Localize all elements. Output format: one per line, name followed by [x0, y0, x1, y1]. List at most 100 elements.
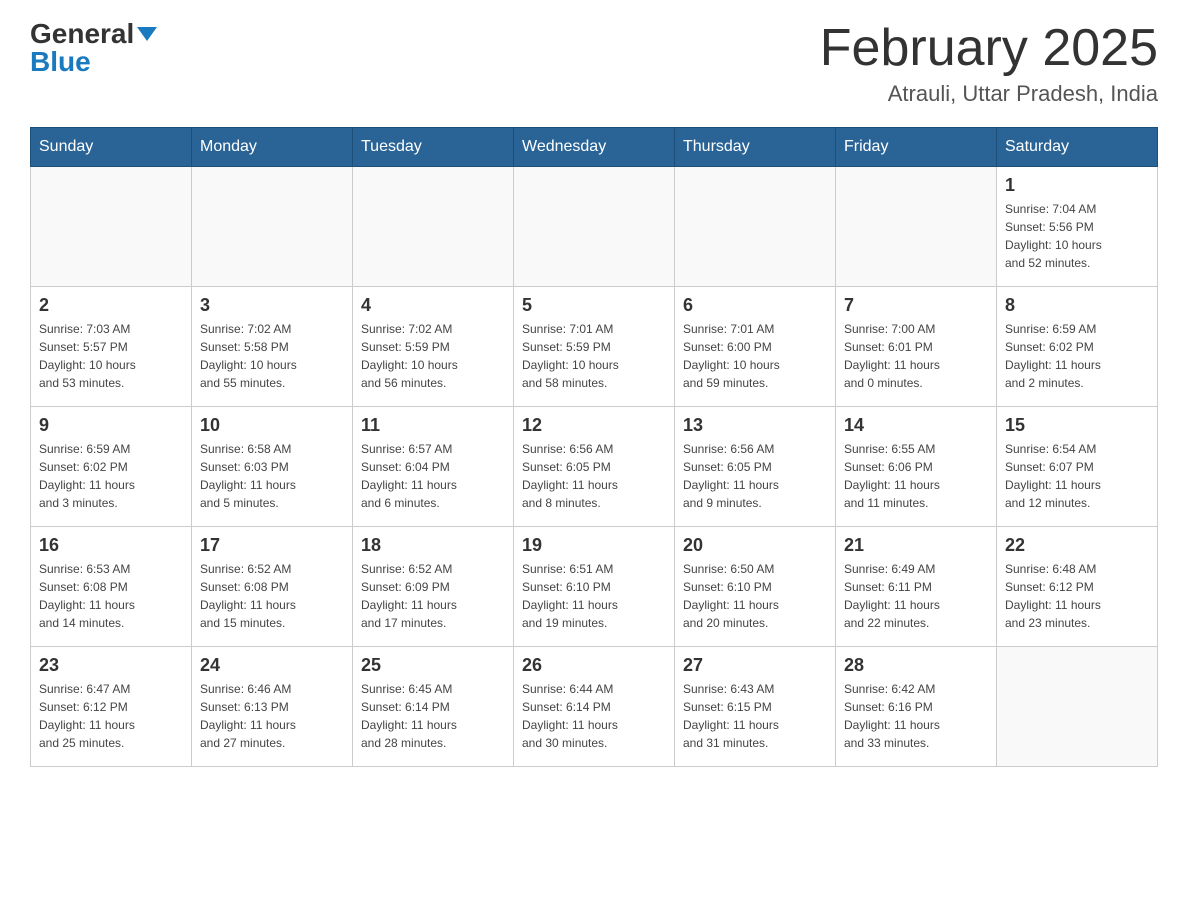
day-info: Sunrise: 7:03 AMSunset: 5:57 PMDaylight:…	[39, 320, 183, 392]
day-info: Sunrise: 6:42 AMSunset: 6:16 PMDaylight:…	[844, 680, 988, 752]
logo-blue-text: Blue	[30, 48, 91, 76]
calendar-cell: 28 Sunrise: 6:42 AMSunset: 6:16 PMDayligh…	[836, 647, 997, 767]
calendar-cell: 10 Sunrise: 6:58 AMSunset: 6:03 PMDayligh…	[192, 407, 353, 527]
week-row-5: 23Sunrise: 6:47 AMSunset: 6:12 PMDayligh…	[31, 647, 1158, 767]
logo: General Blue	[30, 20, 157, 76]
day-number: 12	[522, 415, 666, 436]
calendar-cell	[31, 167, 192, 287]
calendar-cell: 7Sunrise: 7:00 AMSunset: 6:01 PMDaylight…	[836, 287, 997, 407]
calendar-cell	[192, 167, 353, 287]
day-number: 16	[39, 535, 183, 556]
calendar-cell: 2Sunrise: 7:03 AMSunset: 5:57 PMDaylight…	[31, 287, 192, 407]
day-number: 22	[1005, 535, 1149, 556]
day-info: Sunrise: 6:43 AMSunset: 6:15 PMDaylight:…	[683, 680, 827, 752]
calendar-cell: 26 Sunrise: 6:44 AMSunset: 6:14 PMDayligh…	[514, 647, 675, 767]
day-info: Sunrise: 6:50 AMSunset: 6:10 PMDaylight:…	[683, 560, 827, 632]
day-number: 23	[39, 655, 183, 676]
day-number: 19	[522, 535, 666, 556]
calendar-cell: 5 Sunrise: 7:01 AMSunset: 5:59 PMDaylight…	[514, 287, 675, 407]
month-title: February 2025	[820, 20, 1158, 77]
calendar-cell: 9 Sunrise: 6:59 AMSunset: 6:02 PMDaylight…	[31, 407, 192, 527]
location-title: Atrauli, Uttar Pradesh, India	[820, 81, 1158, 107]
weekday-header-monday: Monday	[192, 128, 353, 167]
week-row-4: 16 Sunrise: 6:53 AMSunset: 6:08 PMDayligh…	[31, 527, 1158, 647]
day-info: Sunrise: 6:51 AMSunset: 6:10 PMDaylight:…	[522, 560, 666, 632]
day-info: Sunrise: 6:52 AMSunset: 6:08 PMDaylight:…	[200, 560, 344, 632]
day-info: Sunrise: 7:01 AMSunset: 6:00 PMDaylight:…	[683, 320, 827, 392]
calendar-cell: 14 Sunrise: 6:55 AMSunset: 6:06 PMDayligh…	[836, 407, 997, 527]
calendar-cell: 19 Sunrise: 6:51 AMSunset: 6:10 PMDayligh…	[514, 527, 675, 647]
day-number: 18	[361, 535, 505, 556]
calendar-cell: 22 Sunrise: 6:48 AMSunset: 6:12 PMDayligh…	[997, 527, 1158, 647]
day-info: Sunrise: 6:46 AMSunset: 6:13 PMDaylight:…	[200, 680, 344, 752]
day-info: Sunrise: 6:48 AMSunset: 6:12 PMDaylight:…	[1005, 560, 1149, 632]
calendar-cell: 23Sunrise: 6:47 AMSunset: 6:12 PMDayligh…	[31, 647, 192, 767]
page-header: General Blue February 2025 Atrauli, Utta…	[30, 20, 1158, 107]
weekday-header-tuesday: Tuesday	[353, 128, 514, 167]
day-number: 15	[1005, 415, 1149, 436]
calendar-cell: 13 Sunrise: 6:56 AMSunset: 6:05 PMDayligh…	[675, 407, 836, 527]
day-number: 8	[1005, 295, 1149, 316]
week-row-3: 9 Sunrise: 6:59 AMSunset: 6:02 PMDaylight…	[31, 407, 1158, 527]
title-block: February 2025 Atrauli, Uttar Pradesh, In…	[820, 20, 1158, 107]
weekday-header-wednesday: Wednesday	[514, 128, 675, 167]
calendar-cell: 4 Sunrise: 7:02 AMSunset: 5:59 PMDaylight…	[353, 287, 514, 407]
day-info: Sunrise: 6:59 AMSunset: 6:02 PMDaylight:…	[1005, 320, 1149, 392]
calendar-cell: 6Sunrise: 7:01 AMSunset: 6:00 PMDaylight…	[675, 287, 836, 407]
calendar-cell: 21 Sunrise: 6:49 AMSunset: 6:11 PMDayligh…	[836, 527, 997, 647]
day-number: 1	[1005, 175, 1149, 196]
day-number: 26	[522, 655, 666, 676]
calendar-cell	[675, 167, 836, 287]
day-info: Sunrise: 7:01 AMSunset: 5:59 PMDaylight:…	[522, 320, 666, 392]
day-info: Sunrise: 6:49 AMSunset: 6:11 PMDaylight:…	[844, 560, 988, 632]
calendar-cell	[353, 167, 514, 287]
day-info: Sunrise: 6:59 AMSunset: 6:02 PMDaylight:…	[39, 440, 183, 512]
calendar-header-row: SundayMondayTuesdayWednesdayThursdayFrid…	[31, 128, 1158, 167]
day-number: 28	[844, 655, 988, 676]
weekday-header-friday: Friday	[836, 128, 997, 167]
day-info: Sunrise: 7:00 AMSunset: 6:01 PMDaylight:…	[844, 320, 988, 392]
day-info: Sunrise: 6:56 AMSunset: 6:05 PMDaylight:…	[522, 440, 666, 512]
day-number: 27	[683, 655, 827, 676]
day-number: 13	[683, 415, 827, 436]
day-number: 14	[844, 415, 988, 436]
day-number: 9	[39, 415, 183, 436]
logo-general-text: General	[30, 20, 134, 48]
calendar-cell: 27 Sunrise: 6:43 AMSunset: 6:15 PMDayligh…	[675, 647, 836, 767]
calendar-cell: 1 Sunrise: 7:04 AMSunset: 5:56 PMDaylight…	[997, 167, 1158, 287]
calendar-cell: 25Sunrise: 6:45 AMSunset: 6:14 PMDayligh…	[353, 647, 514, 767]
calendar-cell: 11Sunrise: 6:57 AMSunset: 6:04 PMDayligh…	[353, 407, 514, 527]
calendar-cell: 17 Sunrise: 6:52 AMSunset: 6:08 PMDayligh…	[192, 527, 353, 647]
calendar-table: SundayMondayTuesdayWednesdayThursdayFrid…	[30, 127, 1158, 767]
day-number: 25	[361, 655, 505, 676]
day-info: Sunrise: 6:56 AMSunset: 6:05 PMDaylight:…	[683, 440, 827, 512]
calendar-cell: 15 Sunrise: 6:54 AMSunset: 6:07 PMDayligh…	[997, 407, 1158, 527]
day-info: Sunrise: 7:02 AMSunset: 5:59 PMDaylight:…	[361, 320, 505, 392]
day-info: Sunrise: 6:57 AMSunset: 6:04 PMDaylight:…	[361, 440, 505, 512]
day-number: 4	[361, 295, 505, 316]
week-row-2: 2Sunrise: 7:03 AMSunset: 5:57 PMDaylight…	[31, 287, 1158, 407]
calendar-cell: 8 Sunrise: 6:59 AMSunset: 6:02 PMDaylight…	[997, 287, 1158, 407]
day-info: Sunrise: 6:44 AMSunset: 6:14 PMDaylight:…	[522, 680, 666, 752]
logo-triangle-icon	[137, 27, 157, 41]
day-info: Sunrise: 6:58 AMSunset: 6:03 PMDaylight:…	[200, 440, 344, 512]
day-number: 17	[200, 535, 344, 556]
weekday-header-sunday: Sunday	[31, 128, 192, 167]
day-number: 10	[200, 415, 344, 436]
calendar-cell: 18 Sunrise: 6:52 AMSunset: 6:09 PMDayligh…	[353, 527, 514, 647]
weekday-header-thursday: Thursday	[675, 128, 836, 167]
calendar-cell	[997, 647, 1158, 767]
day-info: Sunrise: 6:52 AMSunset: 6:09 PMDaylight:…	[361, 560, 505, 632]
day-info: Sunrise: 6:53 AMSunset: 6:08 PMDaylight:…	[39, 560, 183, 632]
calendar-cell: 12 Sunrise: 6:56 AMSunset: 6:05 PMDayligh…	[514, 407, 675, 527]
day-number: 20	[683, 535, 827, 556]
calendar-cell: 3Sunrise: 7:02 AMSunset: 5:58 PMDaylight…	[192, 287, 353, 407]
day-number: 21	[844, 535, 988, 556]
day-info: Sunrise: 6:54 AMSunset: 6:07 PMDaylight:…	[1005, 440, 1149, 512]
day-info: Sunrise: 6:55 AMSunset: 6:06 PMDaylight:…	[844, 440, 988, 512]
day-info: Sunrise: 7:04 AMSunset: 5:56 PMDaylight:…	[1005, 200, 1149, 272]
week-row-1: 1 Sunrise: 7:04 AMSunset: 5:56 PMDaylight…	[31, 167, 1158, 287]
day-number: 5	[522, 295, 666, 316]
calendar-cell: 16 Sunrise: 6:53 AMSunset: 6:08 PMDayligh…	[31, 527, 192, 647]
calendar-cell: 24Sunrise: 6:46 AMSunset: 6:13 PMDayligh…	[192, 647, 353, 767]
